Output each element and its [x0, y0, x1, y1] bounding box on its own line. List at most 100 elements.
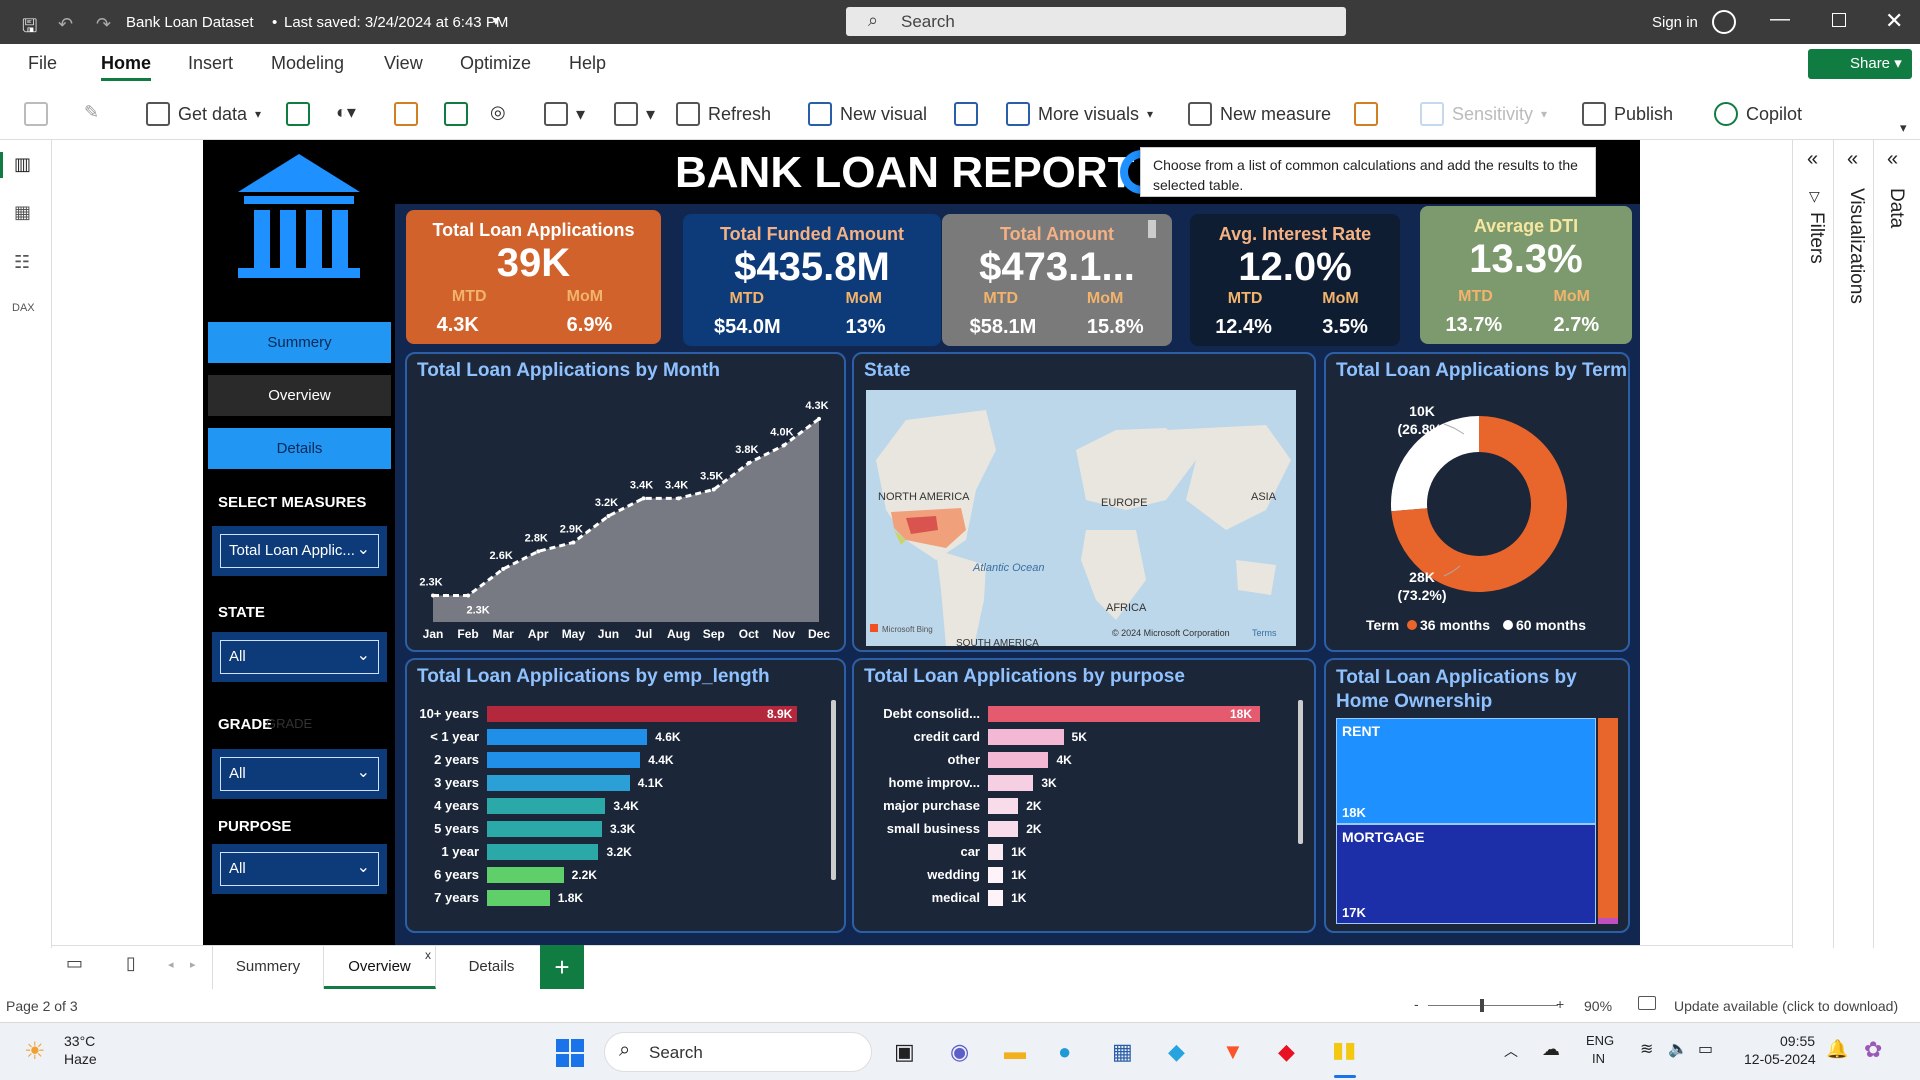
brave-icon[interactable]: ▼ — [1222, 1039, 1244, 1065]
scrollbar[interactable] — [1298, 700, 1303, 844]
collapse-ribbon-icon[interactable]: ▾ — [1900, 120, 1907, 136]
taskbar-search[interactable]: ⌕ Search — [604, 1032, 872, 1072]
bar[interactable] — [487, 844, 599, 860]
enter-data-icon[interactable] — [444, 102, 468, 126]
scroll-indicator[interactable] — [1148, 220, 1156, 238]
add-page-button[interactable]: + — [540, 945, 584, 989]
onelake-icon[interactable]: ◐▾ — [336, 102, 356, 123]
last-saved[interactable]: Last saved: 3/24/2024 at 6:43 PM — [284, 14, 508, 31]
redo-icon[interactable]: ↷ — [96, 14, 111, 35]
paste-icon[interactable] — [24, 102, 48, 126]
filters-pane-label[interactable]: Filters — [1805, 212, 1827, 264]
state-dropdown[interactable]: All ⌄ — [212, 632, 387, 682]
mobile-view-icon[interactable]: ▯ — [126, 953, 136, 974]
treemap-rent[interactable]: RENT 18K — [1336, 718, 1596, 824]
measure-dropdown[interactable]: Total Loan Applic... ⌄ — [212, 526, 387, 576]
tab-details[interactable]: Details — [436, 945, 548, 989]
bar[interactable] — [988, 729, 1064, 745]
more-visuals-button[interactable]: More visuals ▾ — [1006, 102, 1153, 126]
bar[interactable] — [988, 706, 1260, 722]
weather-icon[interactable]: ☀ — [24, 1037, 46, 1066]
tab-summary[interactable]: Summery — [212, 945, 324, 989]
power-bi-icon[interactable]: ▮▮ — [1332, 1037, 1356, 1063]
bar[interactable] — [988, 775, 1034, 791]
menu-view[interactable]: View — [384, 53, 423, 74]
get-data-button[interactable]: Get data ▾ — [146, 102, 261, 126]
treemap-other[interactable] — [1598, 918, 1618, 924]
menu-modeling[interactable]: Modeling — [271, 53, 344, 74]
chevron-down-icon[interactable]: ▼ — [490, 14, 502, 28]
nav-details-button[interactable]: Details — [208, 428, 391, 469]
minimize-icon[interactable]: — — [1770, 8, 1790, 31]
data-point[interactable] — [466, 593, 471, 598]
language-label[interactable]: ENG — [1586, 1033, 1614, 1048]
start-icon[interactable] — [556, 1039, 584, 1067]
bar[interactable] — [487, 890, 550, 906]
data-point[interactable] — [817, 416, 821, 421]
menu-insert[interactable]: Insert — [188, 53, 233, 74]
publish-button[interactable]: Publish — [1582, 102, 1673, 126]
transform-data-icon[interactable]: ▾ — [614, 102, 655, 126]
zoom-in-button[interactable]: + — [1556, 996, 1564, 1012]
nav-summary-button[interactable]: Summery — [208, 322, 391, 363]
sign-in-link[interactable]: Sign in — [1652, 14, 1698, 31]
dax-view-icon[interactable]: DAX — [12, 302, 35, 314]
account-icon[interactable] — [1712, 10, 1736, 34]
bar[interactable] — [487, 775, 630, 791]
data-point[interactable] — [746, 461, 751, 465]
model-view-icon[interactable]: ☷ — [14, 252, 30, 273]
zoom-out-button[interactable]: - — [1414, 996, 1419, 1012]
bar[interactable] — [487, 752, 641, 768]
quick-measure-icon[interactable] — [1354, 102, 1378, 126]
menu-optimize[interactable]: Optimize — [460, 53, 531, 74]
bar[interactable] — [988, 821, 1019, 837]
map-terms-link[interactable]: Terms — [1252, 628, 1277, 638]
copilot-button[interactable]: Copilot — [1714, 102, 1802, 126]
store-icon[interactable]: ▦ — [1112, 1039, 1133, 1065]
share-button[interactable]: Share ▾ — [1808, 49, 1912, 79]
cloud-icon[interactable]: ☁ — [1542, 1039, 1560, 1060]
data-point[interactable] — [536, 549, 541, 554]
new-measure-button[interactable]: New measure — [1188, 102, 1331, 126]
edge-icon[interactable]: ● — [1058, 1039, 1071, 1065]
notification-bell-icon[interactable]: 🔔 — [1826, 1039, 1848, 1060]
collapse-visualizations-icon[interactable]: « — [1847, 148, 1858, 171]
search-input[interactable]: ⌕ Search — [846, 7, 1346, 36]
data-point[interactable] — [641, 496, 646, 501]
bar[interactable] — [988, 867, 1004, 883]
data-pane-label[interactable]: Data — [1885, 188, 1907, 228]
grade-dropdown[interactable]: All ⌄ — [212, 749, 387, 799]
close-tab-icon[interactable]: x — [425, 948, 431, 962]
purpose-dropdown[interactable]: All ⌄ — [212, 844, 387, 894]
zoom-slider-thumb[interactable] — [1480, 999, 1484, 1012]
clock-date[interactable]: 12-05-2024 — [1744, 1051, 1816, 1067]
wifi-icon[interactable]: ≋ — [1640, 1039, 1653, 1059]
bar[interactable] — [487, 729, 648, 745]
dataverse-icon[interactable] — [394, 102, 418, 126]
scrollbar[interactable] — [831, 700, 836, 880]
format-painter-icon[interactable]: ✎ — [84, 102, 99, 123]
teams-icon[interactable]: ◉ — [950, 1039, 969, 1065]
treemap-own[interactable] — [1598, 718, 1618, 918]
bar[interactable] — [988, 752, 1049, 768]
file-explorer-icon[interactable]: ▬ — [1004, 1039, 1026, 1065]
collapse-data-icon[interactable]: « — [1887, 148, 1898, 171]
maximize-icon[interactable] — [1832, 13, 1846, 27]
tray-chevron-up-icon[interactable]: ︿ — [1504, 1041, 1518, 1061]
close-icon[interactable]: ✕ — [1885, 8, 1903, 34]
excel-icon[interactable] — [286, 102, 310, 126]
fit-page-icon[interactable] — [1638, 996, 1656, 1010]
visualizations-pane-label[interactable]: Visualizations — [1845, 188, 1867, 304]
bar[interactable] — [988, 798, 1019, 814]
sensitivity-button[interactable]: Sensitivity ▾ — [1420, 102, 1547, 126]
bar[interactable] — [988, 890, 1004, 906]
menu-help[interactable]: Help — [569, 53, 606, 74]
data-point[interactable] — [711, 487, 716, 492]
tab-overview[interactable]: Overview — [324, 945, 436, 989]
clock-time[interactable]: 09:55 — [1780, 1033, 1815, 1049]
zoom-level[interactable]: 90% — [1584, 998, 1612, 1014]
world-map[interactable]: NORTH AMERICA EUROPE ASIA AFRICA Atlanti… — [866, 390, 1296, 646]
dataflow-icon[interactable]: ◎ — [490, 102, 506, 123]
bar[interactable] — [487, 706, 797, 722]
menu-file[interactable]: File — [28, 53, 57, 74]
